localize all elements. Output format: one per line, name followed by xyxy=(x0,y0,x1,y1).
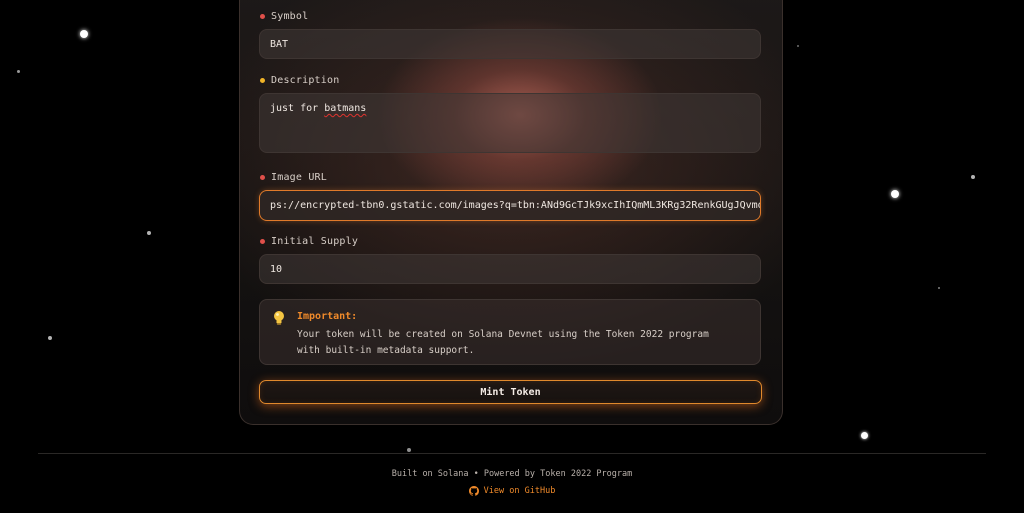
description-label-text: Description xyxy=(271,75,340,86)
required-dot-icon xyxy=(260,78,265,83)
star xyxy=(17,70,20,73)
required-dot-icon xyxy=(260,14,265,19)
image-url-label-text: Image URL xyxy=(271,172,327,183)
important-notice: Important: Your token will be created on… xyxy=(259,299,761,365)
github-link[interactable]: View on GitHub xyxy=(0,486,1024,496)
description-value: just for batmans xyxy=(270,103,366,114)
description-value-prefix: just for xyxy=(270,103,325,114)
star xyxy=(971,175,975,179)
star xyxy=(80,30,88,38)
star xyxy=(797,45,799,47)
misspelled-word: batmans xyxy=(324,103,367,114)
initial-supply-input-value: 10 xyxy=(270,263,283,275)
required-dot-icon xyxy=(260,239,265,244)
image-url-label: Image URL xyxy=(260,172,327,183)
star xyxy=(861,432,868,439)
page: Symbol BAT Description just for batmans … xyxy=(0,0,1024,513)
token-form-card: Symbol BAT Description just for batmans … xyxy=(239,0,783,425)
image-url-input-value: ps://encrypted-tbn0.gstatic.com/images?q… xyxy=(270,200,761,211)
star xyxy=(407,448,411,452)
footer-text: Built on Solana • Powered by Token 2022 … xyxy=(391,469,633,479)
github-link-label: View on GitHub xyxy=(483,486,556,496)
initial-supply-input[interactable]: 10 xyxy=(259,254,761,284)
notice-title: Important: xyxy=(297,311,358,322)
star xyxy=(147,231,151,235)
mint-token-button[interactable]: Mint Token xyxy=(259,380,762,404)
star xyxy=(891,190,899,198)
symbol-input[interactable]: BAT xyxy=(259,29,761,59)
star xyxy=(938,287,940,289)
image-url-input[interactable]: ps://encrypted-tbn0.gstatic.com/images?q… xyxy=(259,190,761,221)
initial-supply-label-text: Initial Supply xyxy=(271,236,359,247)
symbol-label-text: Symbol xyxy=(271,11,309,22)
symbol-label: Symbol xyxy=(260,11,308,22)
footer-divider xyxy=(38,453,986,454)
description-label: Description xyxy=(260,75,339,86)
lightbulb-icon xyxy=(273,310,285,330)
notice-body: Your token will be created on Solana Dev… xyxy=(297,329,709,356)
symbol-input-value: BAT xyxy=(270,38,289,50)
description-textarea[interactable]: just for batmans xyxy=(259,93,761,153)
initial-supply-label: Initial Supply xyxy=(260,236,358,247)
required-dot-icon xyxy=(260,175,265,180)
github-icon xyxy=(468,486,479,496)
star xyxy=(48,336,52,340)
